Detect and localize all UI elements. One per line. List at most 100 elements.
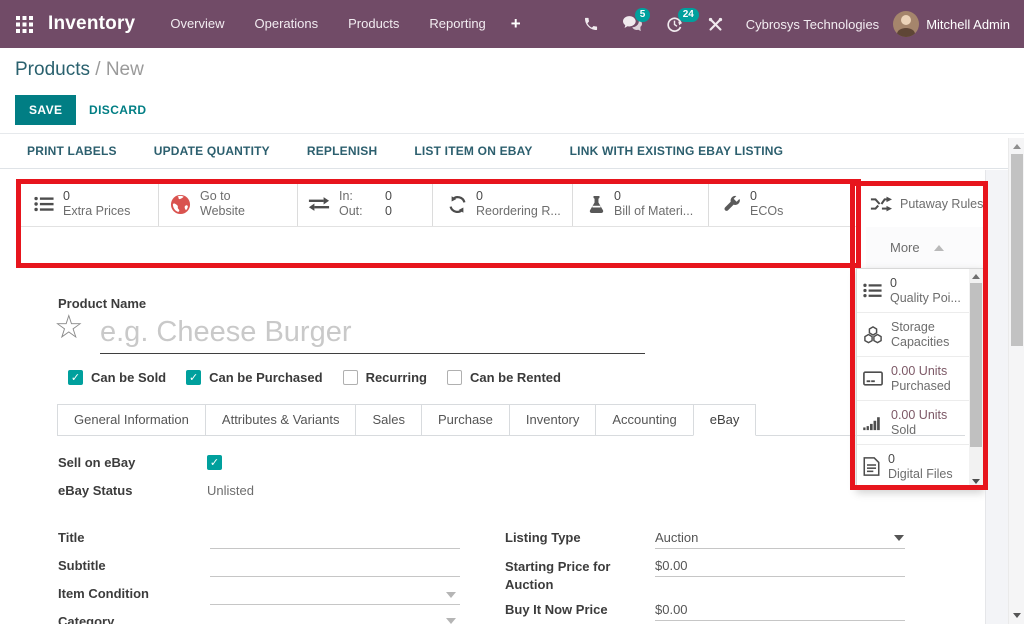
listing-type-label: Listing Type	[505, 530, 581, 545]
menu-products[interactable]: Products	[333, 0, 414, 48]
title-underline	[210, 548, 460, 549]
plus-icon[interactable]: +	[501, 0, 531, 48]
listing-type-select[interactable]: Auction	[655, 530, 698, 545]
scroll-down-icon	[1013, 613, 1021, 618]
discard-button[interactable]: DISCARD	[89, 103, 146, 117]
link-existing-ebay-button[interactable]: LINK WITH EXISTING EBAY LISTING	[570, 144, 784, 158]
messages-icon[interactable]: 5	[623, 16, 642, 32]
arrows-in-out-icon	[308, 196, 330, 212]
update-quantity-button[interactable]: UPDATE QUANTITY	[154, 144, 270, 158]
stat-extra-prices[interactable]: 0Extra Prices	[34, 182, 130, 226]
sheet-right-margin	[985, 170, 1008, 624]
stat-separator	[158, 182, 159, 226]
notebook-tabs: General Information Attributes & Variant…	[57, 404, 756, 436]
replenish-button[interactable]: REPLENISH	[307, 144, 377, 158]
stat-ecos[interactable]: 0ECOs	[722, 182, 783, 226]
chevron-up-icon	[934, 245, 944, 251]
subtitle-input[interactable]	[210, 558, 460, 576]
tab-sales[interactable]: Sales	[355, 404, 422, 436]
stat-out-label: Out:	[339, 204, 371, 219]
checkbox-unchecked-icon	[343, 370, 358, 385]
stat-in-out[interactable]: In:0 Out:0	[308, 182, 392, 226]
stat-out-value: 0	[385, 204, 392, 219]
save-button[interactable]: SAVE	[15, 95, 76, 125]
buy-it-now-underline	[655, 620, 905, 621]
stat-bill-of-materials[interactable]: 0Bill of Materi...	[588, 182, 693, 226]
tools-icon[interactable]	[707, 16, 724, 33]
buy-it-now-input[interactable]: $0.00	[655, 602, 688, 617]
checkbox-checked-icon: ✓	[68, 370, 83, 385]
refresh-icon	[448, 195, 467, 214]
menu-units-sold[interactable]: 0.00 UnitsSold	[857, 401, 983, 445]
starting-price-input[interactable]: $0.00	[655, 558, 688, 573]
tab-accounting[interactable]: Accounting	[595, 404, 693, 436]
starting-price-label: Starting Price for Auction	[505, 558, 635, 594]
tab-purchase[interactable]: Purchase	[421, 404, 510, 436]
checkbox-recurring[interactable]: Recurring	[343, 370, 427, 385]
title-input[interactable]	[210, 530, 460, 548]
app-title[interactable]: Inventory	[48, 13, 135, 35]
stat-label: Reordering R...	[476, 204, 561, 218]
stat-reordering-rules[interactable]: 0Reordering R...	[448, 182, 561, 226]
list-icon	[34, 195, 54, 213]
menu-units-purchased[interactable]: 0.00 UnitsPurchased	[857, 357, 983, 401]
menu-digital-files[interactable]: 0Digital Files	[857, 445, 983, 489]
credit-card-icon	[863, 371, 883, 386]
phone-icon[interactable]	[583, 16, 599, 32]
print-labels-button[interactable]: PRINT LABELS	[27, 144, 117, 158]
top-navbar: Inventory Overview Operations Products R…	[0, 0, 1024, 48]
item-line1: Storage	[891, 320, 935, 334]
starting-price-underline	[655, 576, 905, 577]
chevron-down-icon[interactable]	[894, 535, 904, 541]
menu-overview[interactable]: Overview	[155, 0, 239, 48]
checkbox-can-be-sold[interactable]: ✓ Can be Sold	[68, 370, 166, 385]
stat-label: Extra Prices	[63, 204, 130, 218]
scrollbar-thumb	[1011, 154, 1023, 346]
more-dropdown-menu: 0Quality Poi... StorageCapacities 0.00 U…	[856, 268, 984, 490]
user-avatar[interactable]	[893, 11, 919, 37]
stat-separator	[572, 182, 573, 226]
dropdown-scrollbar[interactable]	[969, 269, 983, 489]
list-item-on-ebay-button[interactable]: LIST ITEM ON EBAY	[414, 144, 532, 158]
page-scrollbar[interactable]	[1008, 138, 1024, 624]
stat-separator	[297, 182, 298, 226]
stat-row-divider	[20, 226, 858, 227]
stat-go-to-website[interactable]: Go toWebsite	[170, 182, 245, 226]
product-name-input[interactable]: e.g. Cheese Burger	[100, 316, 351, 349]
sell-on-ebay-checkbox[interactable]: ✓	[207, 455, 222, 470]
category-select[interactable]	[210, 614, 460, 624]
breadcrumb-products-link[interactable]: Products	[15, 59, 90, 80]
scroll-up-icon	[1013, 144, 1021, 149]
putaway-rules-button[interactable]: Putaway Rules	[866, 182, 984, 226]
favorite-star-icon[interactable]: ☆	[54, 310, 84, 343]
item-value: 0	[890, 276, 897, 290]
menu-reporting[interactable]: Reporting	[414, 0, 500, 48]
tab-ebay[interactable]: eBay	[693, 404, 757, 436]
checkbox-can-be-purchased[interactable]: ✓ Can be Purchased	[186, 370, 322, 385]
product-name-underline	[100, 353, 645, 354]
activity-clock-icon[interactable]: 24	[666, 16, 683, 33]
user-name[interactable]: Mitchell Admin	[926, 17, 1010, 32]
chevron-down-icon[interactable]	[446, 592, 456, 598]
stat-in-value: 0	[385, 189, 392, 204]
navbar-systray: 5 24 Cybrosys Technologies Mitchell Admi…	[571, 11, 1010, 37]
chevron-down-icon[interactable]	[446, 618, 456, 624]
stat-label: ECOs	[750, 204, 783, 218]
item-condition-select[interactable]	[210, 586, 460, 604]
company-name[interactable]: Cybrosys Technologies	[746, 17, 879, 32]
tab-attributes-variants[interactable]: Attributes & Variants	[205, 404, 357, 436]
apps-grid-icon[interactable]	[16, 16, 33, 33]
scrollbar-thumb	[970, 283, 982, 447]
menu-quality-points[interactable]: 0Quality Poi...	[857, 269, 983, 313]
tab-general-information[interactable]: General Information	[57, 404, 206, 436]
tab-inventory[interactable]: Inventory	[509, 404, 596, 436]
more-dropdown-toggle[interactable]: More	[866, 227, 984, 268]
breadcrumb: Products / New	[15, 59, 144, 81]
checkbox-can-be-rented[interactable]: Can be Rented	[447, 370, 561, 385]
menu-storage-capacities[interactable]: StorageCapacities	[857, 313, 983, 357]
item-label: Quality Poi...	[890, 291, 961, 305]
ebay-status-label: eBay Status	[58, 483, 132, 498]
menu-operations[interactable]: Operations	[240, 0, 334, 48]
subtitle-underline	[210, 576, 460, 577]
item-label: Digital Files	[888, 467, 953, 481]
